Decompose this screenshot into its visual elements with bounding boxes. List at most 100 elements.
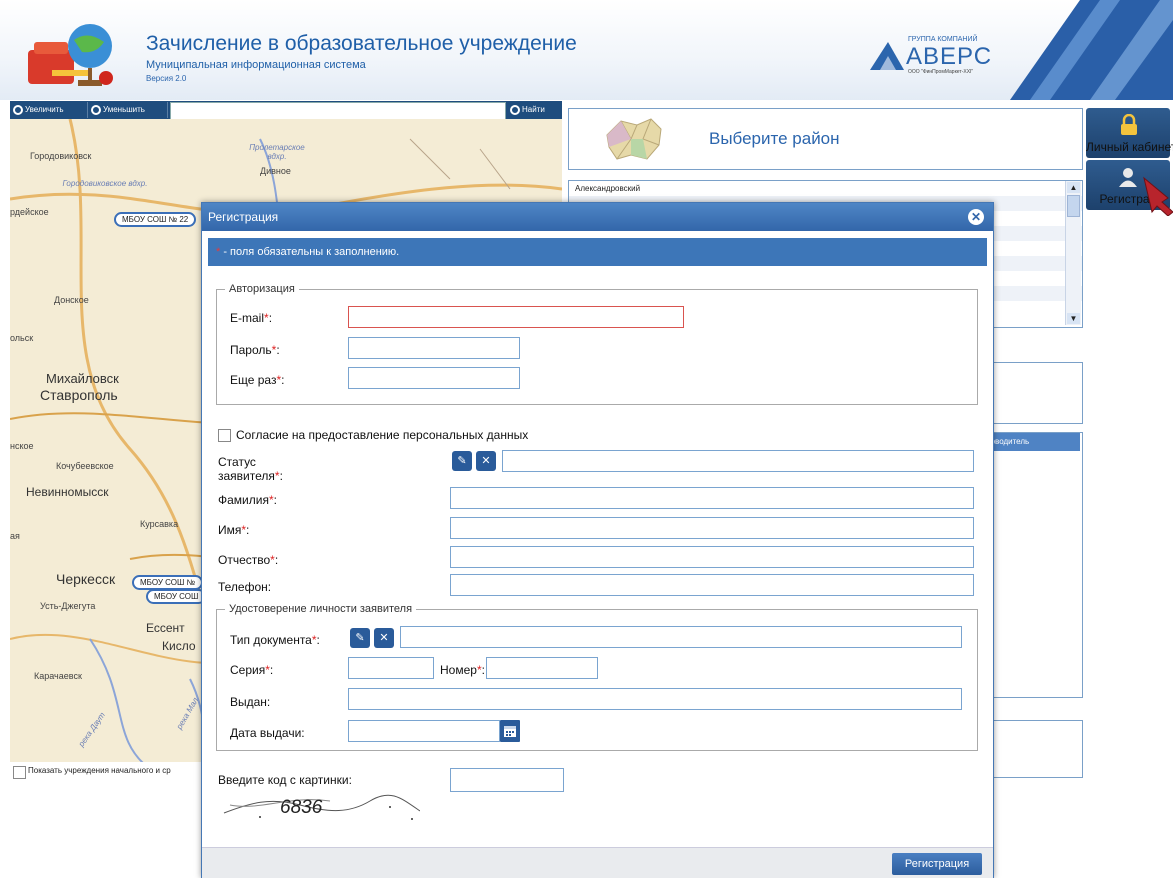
number-field[interactable] [486,657,598,679]
map-label-divnoe: Дивное [260,166,291,176]
map-search-button[interactable]: Найти [507,102,561,118]
patronymic-field[interactable] [450,546,974,568]
scroll-up-icon[interactable]: ▲ [1067,182,1080,193]
close-icon[interactable]: ✕ [968,209,984,225]
school-logo-icon [28,24,113,86]
zoom-out-label: Уменьшить [103,105,145,114]
map-label-nevinnomyssk: Невинномысск [26,485,109,499]
map-search-input[interactable] [170,102,506,120]
edit-icon[interactable]: ✎ [350,628,370,648]
required-note: * - поля обязательны к заполнению. [208,238,987,266]
password-again-field[interactable] [348,367,520,389]
app-version: Версия 2.0 [146,74,187,83]
brand-name: АВЕРС [906,43,993,70]
edit-icon[interactable]: ✎ [452,451,472,471]
map-label-proletarskoe: Пролетарское вдхр. [249,143,305,161]
zoom-in-label: Увеличить [25,105,64,114]
phone-label: Телефон: [218,580,272,594]
district-scrollbar[interactable]: ▲ ▼ [1065,181,1081,325]
map-label-donskoe: Донское [54,295,89,305]
status-label: Статус заявителя*: [218,455,283,483]
password-label: Пароль*: [230,343,280,357]
map-label-kochubeevskoe: Кочубеевское [56,461,114,471]
issued-field[interactable] [348,688,962,710]
map-label-mikhaylovsk: Михайловск [46,371,119,386]
series-field[interactable] [348,657,434,679]
password-field[interactable] [348,337,520,359]
zoom-out-button[interactable]: Уменьшить [88,102,168,118]
surname-field[interactable] [450,487,974,509]
consent-label: Согласие на предоставление персональных … [236,428,529,442]
consent-checkbox[interactable] [218,429,231,442]
region-map-icon [606,118,662,160]
registration-dialog: Регистрация ✕ * - поля обязательны к зап… [201,202,994,878]
scroll-thumb[interactable] [1067,195,1080,217]
id-document-legend: Удостоверение личности заявителя [229,603,413,615]
map-label-aya: ая [10,531,20,541]
scroll-down-icon[interactable]: ▼ [1067,313,1080,324]
personal-cabinet-label: Личный кабинет [1086,140,1173,154]
map-label-gorodovikovsk: Городовиковск [30,151,92,161]
user-icon [1119,168,1137,187]
patronymic-label: Отчество*: [218,553,279,567]
register-button[interactable]: Регистрация [892,853,982,875]
side-panel-table-header: ководитель [981,433,1080,451]
side-panel-box [980,362,1083,424]
app-header: Зачисление в образовательное учреждение … [0,0,1173,100]
zoom-in-icon [13,105,23,115]
app-title: Зачисление в образовательное учреждение [146,32,577,55]
map-label-kislo: Кисло [162,639,196,653]
lock-icon [1121,114,1137,135]
brand-small: ГРУППА КОМПАНИЙ [908,36,978,43]
school-marker[interactable]: МБОУ СОШ № [132,575,204,590]
number-label: Номер*: [440,663,485,677]
captcha-field[interactable] [450,768,564,792]
required-text: - поля обязательны к заполнению. [220,246,400,258]
surname-label: Фамилия*: [218,493,277,507]
map-label-essent: Ессент [146,621,185,635]
dialog-title: Регистрация [208,210,279,224]
map-label-skoe: нское [10,441,34,451]
doc-type-field[interactable] [400,626,962,648]
auth-legend: Авторизация [229,283,295,295]
name-field[interactable] [450,517,974,539]
clear-icon[interactable]: ✕ [476,451,496,471]
map-toolbar: Увеличить Уменьшить Найти [10,101,562,120]
zoom-in-button[interactable]: Увеличить [10,102,88,118]
district-selector[interactable]: Выберите район [568,108,1083,170]
phone-field[interactable] [450,574,974,596]
averse-logo-icon [870,42,904,70]
arrow-pointer-icon [1143,176,1173,216]
show-schools-checkbox[interactable] [13,766,26,779]
brand-tiny: ООО "ФинПромМаркет-XXI" [908,69,974,75]
map-search-label: Найти [522,105,545,114]
issue-date-label: Дата выдачи: [230,726,305,740]
district-header: Выберите район [709,129,840,148]
list-item[interactable]: Александровский [569,181,1082,196]
personal-cabinet-button[interactable]: Личный кабинет [1086,108,1173,158]
email-label: E-mail*: [230,311,273,325]
map-label-ardeiskoe: рдейское [10,207,49,217]
map-label-lsk: ольск [10,333,34,343]
captcha-label: Введите код с картинки: [218,773,352,787]
password-again-label: Еще раз*: [230,373,285,387]
map-label-cherkessk: Черкесск [56,571,116,587]
issue-date-field[interactable] [348,720,500,742]
auth-group: Авторизация [216,283,978,405]
clear-icon[interactable]: ✕ [374,628,394,648]
map-label-gorodovikovskoe: Городовиковское вдхр. [62,179,148,188]
email-field[interactable] [348,306,684,328]
name-label: Имя*: [218,523,250,537]
status-field[interactable] [502,450,974,472]
school-marker[interactable]: МБОУ СОШ [146,589,207,604]
dialog-titlebar[interactable]: Регистрация ✕ [202,203,993,231]
calendar-icon[interactable] [500,720,520,742]
series-label: Серия*: [230,663,274,677]
calendar-glyph-icon [504,726,516,737]
map-label-stavropol: Ставрополь [40,387,118,403]
captcha-image: 6836 [223,794,420,820]
side-panel-box [980,720,1083,778]
doc-type-label: Тип документа*: [230,633,320,647]
school-marker[interactable]: МБОУ СОШ № 22 [114,212,197,227]
app-subtitle: Муниципальная информационная система [146,59,366,71]
